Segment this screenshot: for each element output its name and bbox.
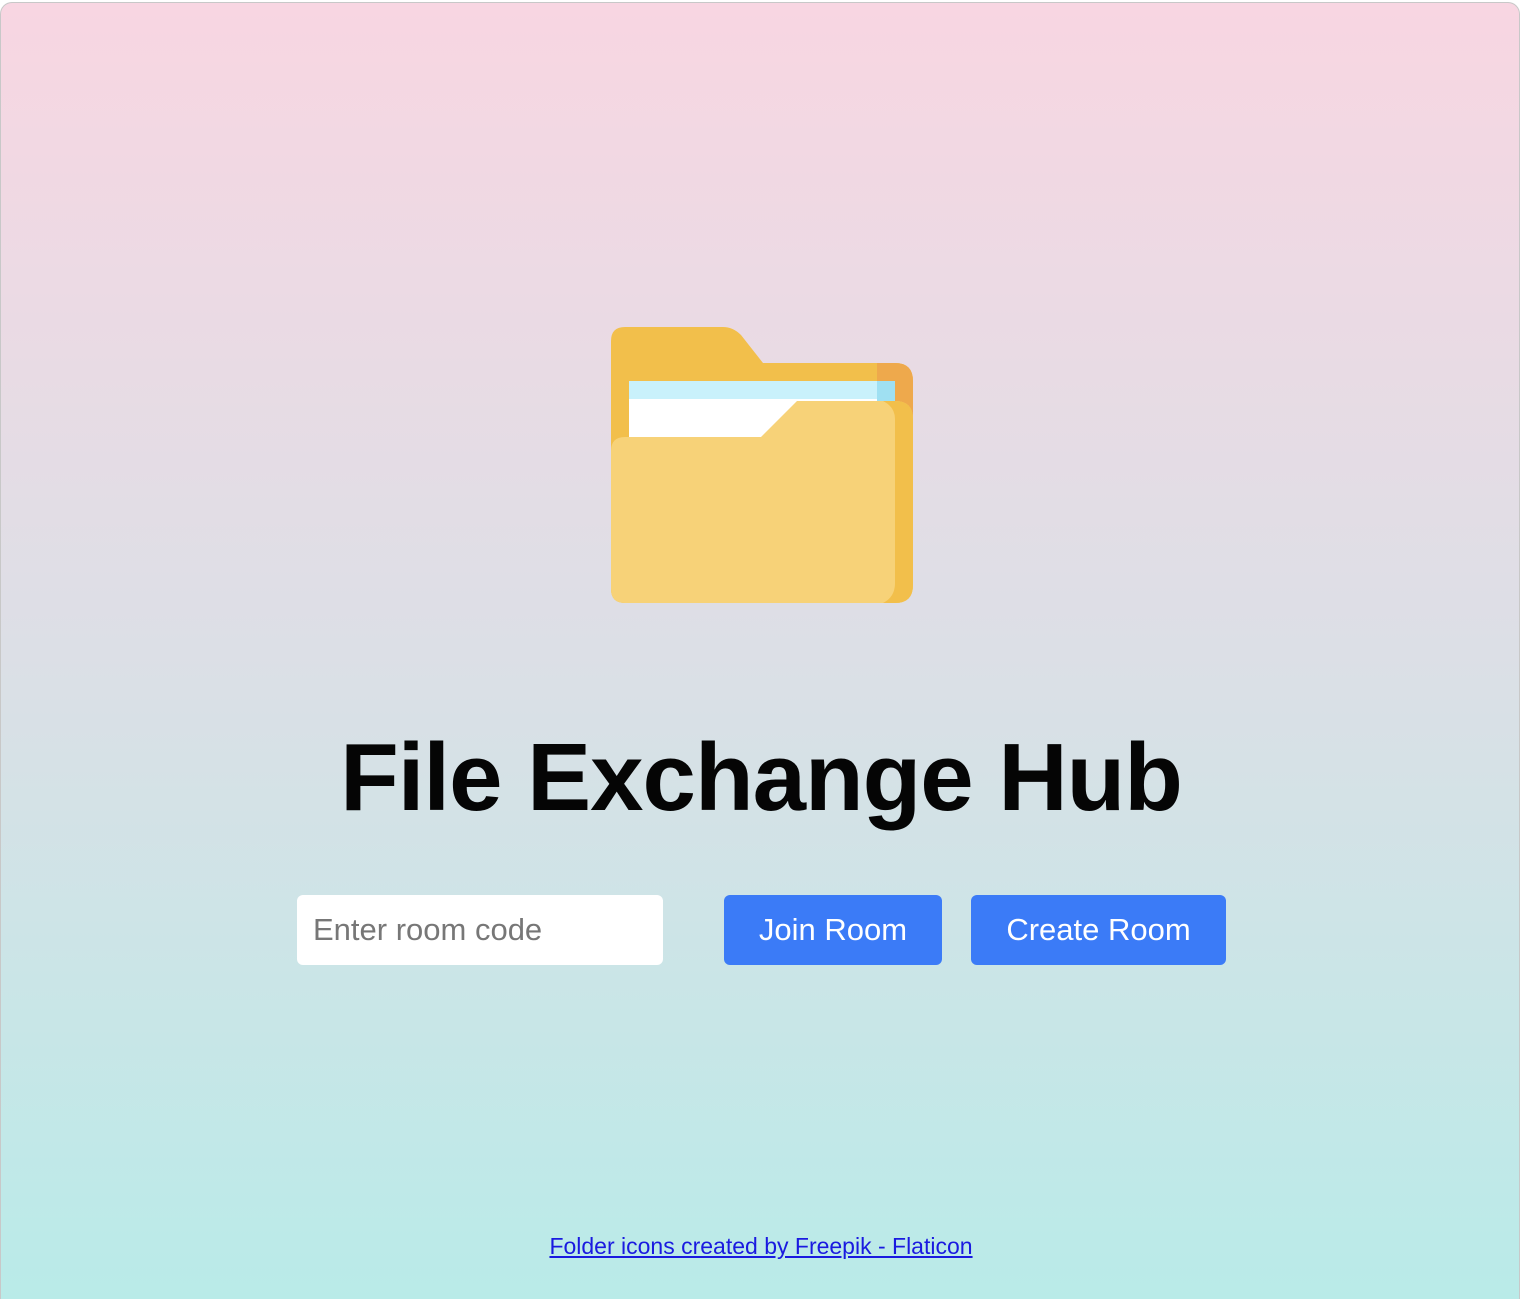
room-code-input[interactable] <box>297 895 663 965</box>
attribution-link[interactable]: Folder icons created by Freepik - Flatic… <box>549 1233 972 1259</box>
app-window: File Exchange Hub Join Room Create Room … <box>0 2 1520 1299</box>
join-room-button[interactable]: Join Room <box>724 895 942 965</box>
create-room-button[interactable]: Create Room <box>971 895 1226 965</box>
page-title: File Exchange Hub <box>340 724 1183 831</box>
footer: Folder icons created by Freepik - Flatic… <box>1 1233 1519 1260</box>
folder-icon <box>611 327 913 603</box>
